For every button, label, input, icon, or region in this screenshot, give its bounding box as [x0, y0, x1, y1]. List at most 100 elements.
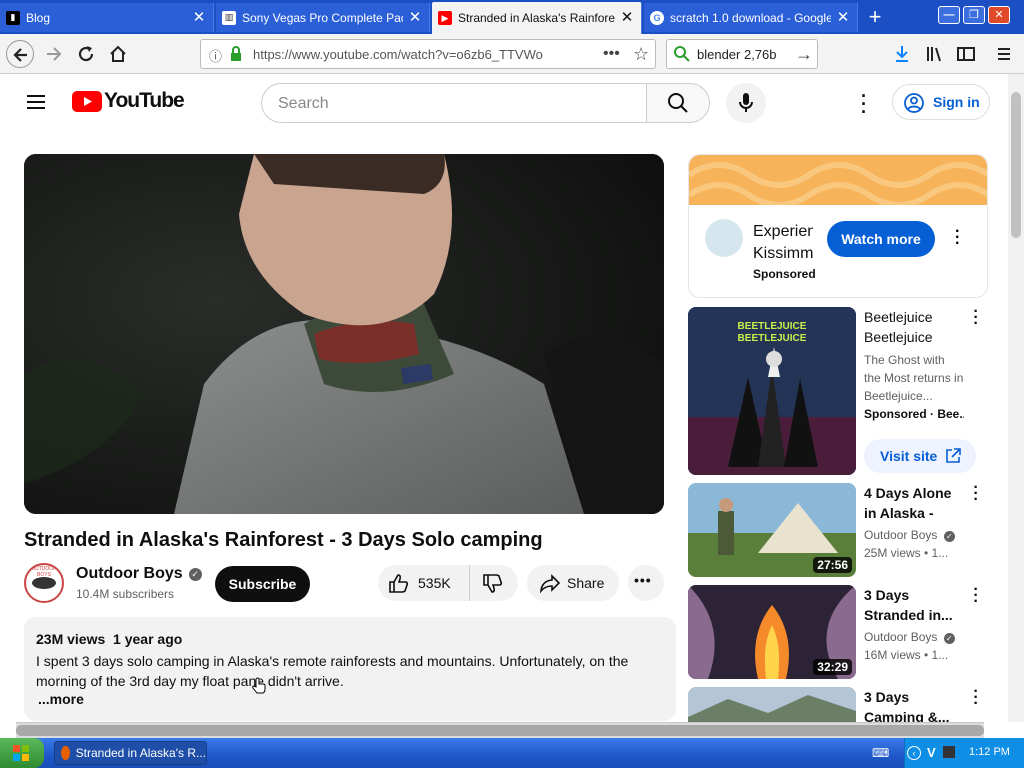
verified-check-icon: ✓ [188, 567, 202, 581]
like-button[interactable]: 535K [378, 565, 470, 601]
subscriber-count: 10.4M subscribers [76, 587, 175, 601]
forward-button[interactable] [40, 40, 68, 68]
tab-title: Sony Vegas Pro Complete Pack [242, 10, 403, 25]
sign-in-button[interactable]: Sign in [892, 84, 990, 120]
channel-avatar[interactable]: OUTDOOR BOYS [24, 563, 64, 603]
sidebar-description: The Ghost with the Most returns in Beetl… [864, 353, 964, 403]
horizontal-scrollbar[interactable] [16, 722, 984, 738]
sidebar-title: 4 Days Alone in Alaska - [864, 485, 952, 521]
description-box[interactable]: 23M views 1 year ago I spent 3 days solo… [24, 617, 676, 721]
close-icon[interactable]: ✕ [191, 9, 207, 26]
logo-text: YouTube [104, 89, 185, 112]
video-thumbnail [688, 687, 856, 722]
reload-button[interactable] [72, 40, 100, 68]
ad-kebab-icon[interactable]: · · · [955, 224, 960, 252]
maximize-button[interactable]: ❐ [963, 6, 985, 24]
horizontal-scrollbar-thumb[interactable] [16, 725, 984, 736]
tab-blog[interactable]: ▮ Blog ✕ [0, 3, 214, 32]
watch-more-button[interactable]: Watch more [827, 221, 935, 257]
guide-menu-button[interactable] [24, 90, 48, 119]
tab-scratch-google[interactable]: G scratch 1.0 download - Google ✕ [644, 3, 858, 32]
youtube-logo[interactable]: YouTube [72, 89, 185, 113]
browser-search-field[interactable]: blender 2,76b → [666, 39, 818, 69]
reload-icon [78, 46, 94, 62]
tab-stranded-alaska[interactable]: ▶ Stranded in Alaska's Rainforest ✕ [432, 2, 642, 34]
clock[interactable]: 1:12 PM [969, 746, 1010, 758]
thumbs-up-icon [389, 574, 409, 593]
library-icon [927, 47, 941, 62]
sidebar-title: 3 Days Stranded in... [864, 587, 953, 623]
avatar-text: OUTDOOR BOYS [31, 566, 57, 578]
video-player[interactable] [24, 154, 664, 514]
close-icon[interactable]: ✕ [835, 9, 851, 26]
tray-display-icon[interactable] [943, 746, 955, 758]
tray-network-icon[interactable]: ⌨ [872, 746, 889, 760]
url-text: https://www.youtube.com/watch?v=o6zb6_TT… [253, 47, 543, 62]
video-duration: 32:29 [813, 659, 852, 675]
sidebar-item-3-days-stranded[interactable]: 32:29 3 Days Stranded in... Outdoor Boys… [688, 582, 988, 679]
video-thumbnail: 32:29 [688, 585, 856, 679]
more-actions-button[interactable]: ••• [628, 565, 664, 601]
dislike-button[interactable] [470, 565, 518, 601]
back-button[interactable] [6, 40, 34, 68]
download-button[interactable] [888, 40, 916, 68]
visit-site-button[interactable]: Visit site [864, 439, 976, 473]
kebab-icon[interactable]: · · · [970, 480, 982, 508]
tab-sony-vegas[interactable]: ▥ Sony Vegas Pro Complete Pack ✕ [216, 3, 430, 32]
verified-check-icon: ✓ [943, 633, 955, 644]
hand-cursor-icon [252, 677, 266, 694]
more-dots-icon[interactable]: ••• [603, 45, 620, 63]
sidebar-item-beetlejuice[interactable]: BEETLEJUICE BEETLEJUICE Beetlejuice Beet… [688, 304, 988, 477]
more-link[interactable]: ...more [38, 691, 84, 707]
visit-site-label: Visit site [880, 448, 938, 464]
thumbs-down-icon [483, 574, 503, 593]
minimize-button[interactable]: — [938, 6, 960, 24]
sidebar-stats: 25M views • 1... [864, 546, 949, 560]
share-button[interactable]: Share [527, 565, 619, 601]
share-label: Share [567, 575, 605, 591]
arrow-right-icon[interactable]: → [795, 44, 813, 65]
kebab-icon[interactable]: · · · [970, 304, 982, 332]
info-icon[interactable]: ⓘ [209, 46, 222, 65]
microphone-icon [739, 93, 753, 112]
home-button[interactable] [104, 40, 132, 68]
scrollbar-thumb[interactable] [1011, 92, 1021, 238]
arrow-right-icon [47, 47, 62, 61]
home-icon [110, 45, 126, 62]
subscribe-button[interactable]: Subscribe [215, 566, 310, 602]
voice-search-button[interactable] [726, 83, 766, 123]
browser-search-value: blender 2,76b [697, 47, 777, 62]
tray-app-icon[interactable]: V [927, 745, 936, 760]
kebab-icon[interactable]: · · · [970, 684, 982, 712]
close-icon[interactable]: ✕ [407, 9, 423, 26]
settings-kebab-icon[interactable]: · · · [856, 87, 872, 121]
bookmark-star-icon[interactable]: ☆ [633, 44, 649, 65]
sidebar-title: Beetlejuice Beetlejuice [864, 309, 933, 345]
blog-icon: ▮ [6, 10, 20, 25]
address-bar[interactable]: ⓘ https://www.youtube.com/watch?v=o6zb6_… [200, 39, 656, 69]
search-button[interactable] [646, 83, 710, 123]
library-button[interactable] [920, 40, 948, 68]
system-tray: ‹ V 1:12 PM [904, 738, 1024, 768]
search-icon [668, 93, 688, 113]
video-frame-image [24, 154, 664, 514]
close-icon[interactable]: ✕ [619, 10, 635, 26]
scroll-gutter-left [0, 722, 16, 738]
menu-button[interactable] [990, 40, 1018, 68]
archive-icon: ▥ [222, 10, 236, 25]
upload-age: 1 year ago [113, 631, 183, 647]
kebab-icon[interactable]: · · · [970, 582, 982, 610]
taskbar-item-firefox[interactable]: Stranded in Alaska's R... [54, 741, 207, 765]
new-tab-button[interactable]: + [862, 4, 888, 30]
close-window-button[interactable]: ✕ [988, 6, 1010, 24]
search-input[interactable]: Search [261, 83, 647, 123]
channel-name[interactable]: Outdoor Boys ✓ [76, 565, 202, 583]
expand-tray-icon[interactable]: ‹ [907, 746, 921, 760]
sidebar-item-4-days-alone[interactable]: 27:56 4 Days Alone in Alaska - Outdoor B… [688, 480, 988, 577]
sidebar-item-3-days-camping[interactable]: 3 Days Camping &... · · · [688, 684, 988, 722]
ad-card[interactable]: Experien Kissimm Sponsored Watch more · ·… [688, 154, 988, 298]
start-button[interactable] [0, 738, 44, 768]
thumbnail-title-text: BEETLEJUICE BEETLEJUICE [737, 321, 807, 344]
taskbar-item-label: Stranded in Alaska's R... [75, 746, 206, 760]
sidebar-button[interactable] [952, 40, 980, 68]
